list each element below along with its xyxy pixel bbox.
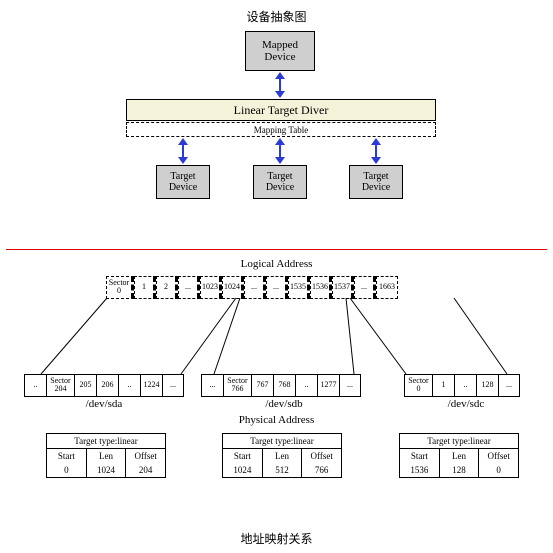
arrow-down-icon [371,157,381,164]
table-cell: 128 [440,463,480,477]
arrow-up-icon [275,72,285,79]
target-device-box-3: Target Device [349,165,403,199]
target-device-label: Target Device [266,171,294,193]
table-header: Offset [302,449,341,463]
sector-cell: 1 [432,374,454,397]
sector-cell: .. [295,374,317,397]
arrow-up-icon [275,138,285,145]
sector-cell: ... [162,374,184,397]
dev-sdb-label: /dev/sdb [244,398,324,410]
mapping-table-label: Mapping Table [254,125,308,135]
table-type-label: Target type:linear [400,434,518,449]
table-cell: 766 [302,463,341,477]
table-header: Start [400,449,440,463]
sector-cell: .. [24,374,46,397]
mapping-table-sda: Target type:linear Start Len Offset 0 10… [46,433,166,478]
table-cell: 1536 [400,463,440,477]
table-cell: 204 [126,463,165,477]
mapped-device-box: Mapped Device [245,31,315,71]
table-cell: 1024 [87,463,127,477]
dev-sdc-strip: Sector 01..128... [404,374,520,397]
arrow-down-icon [178,157,188,164]
sector-cell: Sector 766 [223,374,251,397]
mapped-device-label: Mapped Device [262,39,298,63]
table-header: Len [263,449,303,463]
target-device-box-1: Target Device [156,165,210,199]
sector-cell: 128 [476,374,498,397]
sector-cell: ... [201,374,223,397]
arrow-to-target-3 [371,138,381,164]
table-type-label: Target type:linear [223,434,341,449]
title-bottom: 地址映射关系 [6,530,547,547]
dev-sdb-strip: ...Sector 766767768..1277... [201,374,361,397]
mapping-table-sdc: Target type:linear Start Len Offset 1536… [399,433,519,478]
device-abstraction-diagram: Mapped Device Linear Target Diver Mappin… [6,31,547,241]
title-top: 设备抽象图 [6,8,547,25]
table-header: Start [47,449,87,463]
target-device-box-2: Target Device [253,165,307,199]
arrow-up-icon [371,138,381,145]
table-header: Start [223,449,263,463]
sector-cell: 206 [96,374,118,397]
address-mapping-diagram: Logical Address Sector 012...10231024...… [6,258,547,520]
table-cell: 1024 [223,463,263,477]
sector-cell: .. [118,374,140,397]
sector-cell: 768 [273,374,295,397]
sector-cell: 767 [251,374,273,397]
arrow-to-target-1 [178,138,188,164]
table-header: Offset [479,449,518,463]
arrow-up-icon [178,138,188,145]
sector-cell: 1224 [140,374,162,397]
sector-cell: .. [454,374,476,397]
table-cell: 0 [47,463,87,477]
dev-sda-label: /dev/sda [64,398,144,410]
mapping-table-sdb: Target type:linear Start Len Offset 1024… [222,433,342,478]
sector-cell: 205 [74,374,96,397]
target-device-label: Target Device [169,171,197,193]
linear-target-driver-label: Linear Target Diver [234,103,329,117]
arrow-mapped-to-linear [275,72,285,98]
table-type-label: Target type:linear [47,434,165,449]
divider [6,249,547,250]
table-cell: 0 [479,463,518,477]
table-cell: 512 [263,463,303,477]
arrow-to-target-2 [275,138,285,164]
arrow-down-icon [275,91,285,98]
physical-address-label: Physical Address [6,414,547,426]
sector-cell: 1277 [317,374,339,397]
sector-cell: ... [498,374,520,397]
dev-sdc-label: /dev/sdc [426,398,506,410]
table-header: Len [440,449,480,463]
sector-cell: Sector 204 [46,374,74,397]
mapping-table-box: Mapping Table [126,122,436,137]
table-header: Offset [126,449,165,463]
target-device-label: Target Device [362,171,390,193]
table-header: Len [87,449,127,463]
dev-sda-strip: ..Sector 204205206..1224... [24,374,184,397]
sector-cell: ... [339,374,361,397]
sector-cell: Sector 0 [404,374,432,397]
arrow-down-icon [275,157,285,164]
linear-target-driver-box: Linear Target Diver [126,99,436,121]
